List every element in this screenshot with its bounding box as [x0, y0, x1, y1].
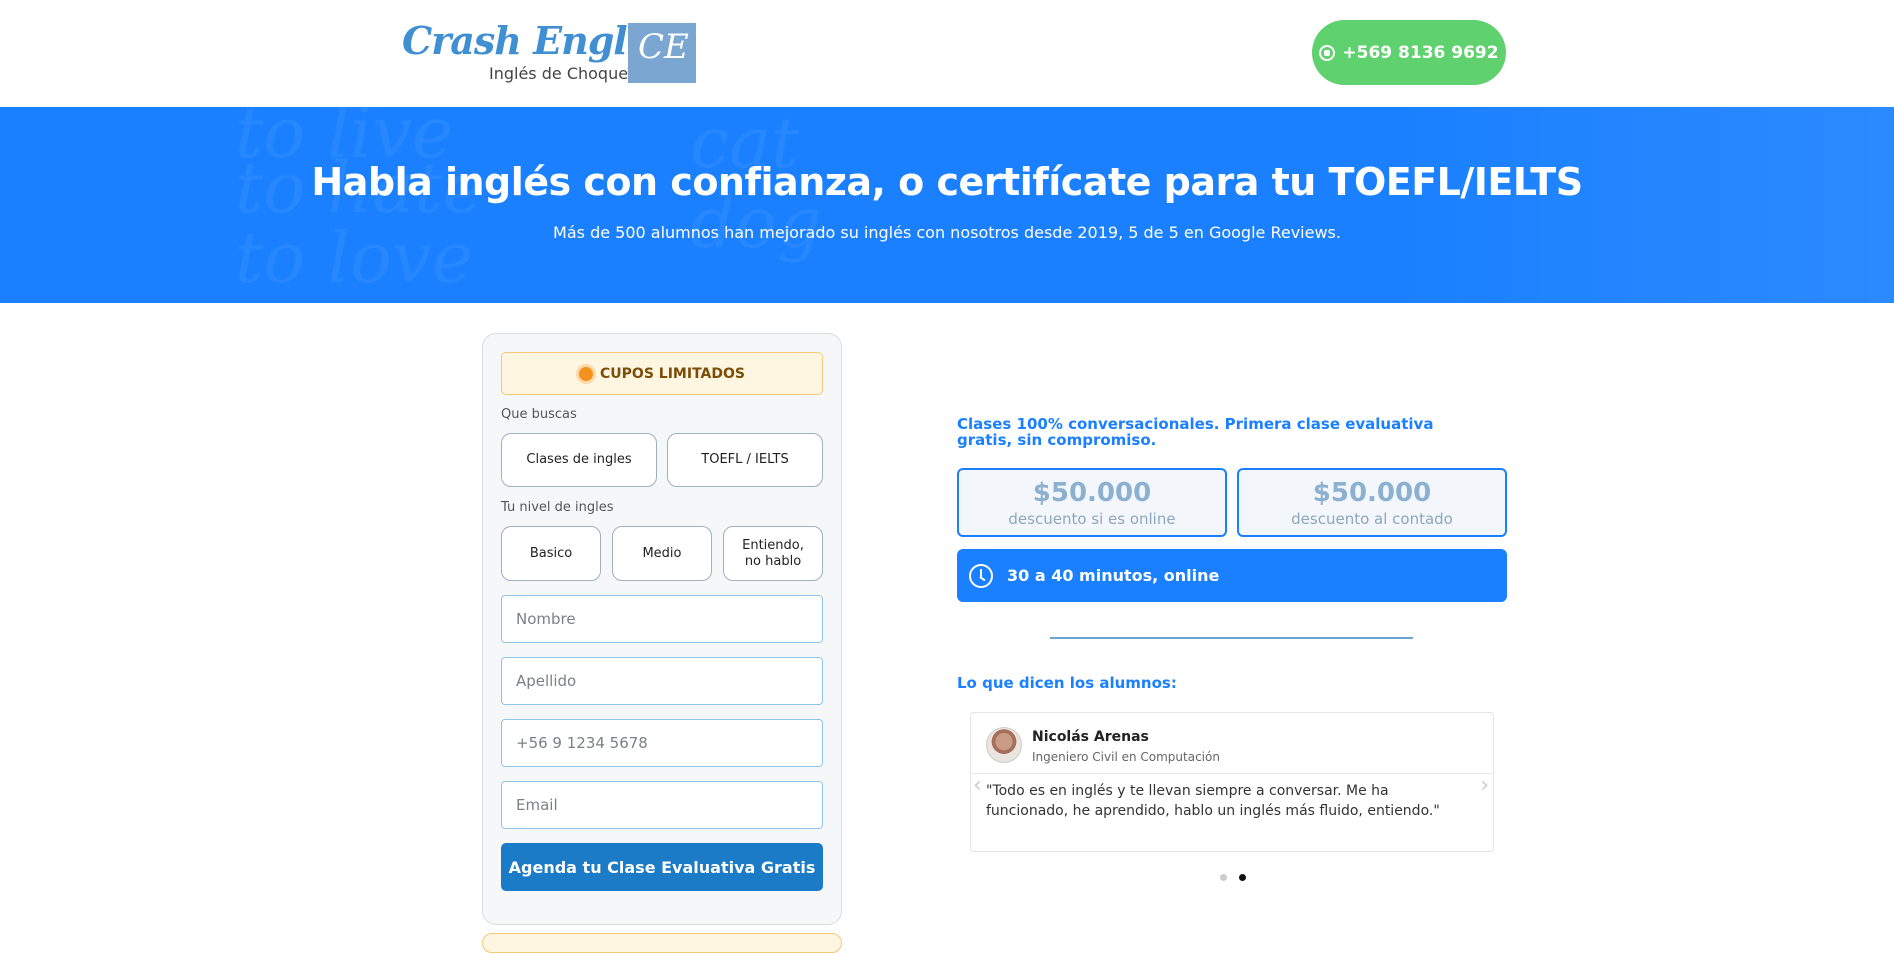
price-amount: $50.000: [1032, 478, 1152, 508]
avatar: [986, 727, 1022, 763]
hero-subtitle: Más de 500 alumnos han mejorado su inglé…: [553, 223, 1341, 242]
submit-button[interactable]: Agenda tu Clase Evaluativa Gratis: [501, 843, 823, 891]
carousel-dot-2[interactable]: [1239, 874, 1246, 881]
clock-icon: [969, 563, 993, 588]
carousel-dots: [1220, 874, 1246, 881]
chevron-right-icon[interactable]: ›: [1480, 773, 1489, 798]
last-name-field[interactable]: [501, 657, 823, 705]
reviewer-name: Nicolás Arenas: [1032, 729, 1149, 745]
email-field[interactable]: [501, 781, 823, 829]
hero-photo-overlay: [1380, 107, 1894, 303]
price-note: descuento al contado: [1291, 510, 1453, 528]
level-label: Tu nivel de ingles: [501, 500, 614, 515]
testimonial-card: Nicolás Arenas Ingeniero Civil en Comput…: [970, 712, 1494, 852]
option-toefl-ielts[interactable]: TOEFL / IELTS: [667, 433, 823, 487]
option-level-medio[interactable]: Medio: [612, 526, 712, 581]
hero-title: Habla inglés con confianza, o certifícat…: [311, 160, 1583, 204]
reviews-heading: Lo que dicen los alumnos:: [957, 674, 1177, 692]
chevron-left-icon[interactable]: ‹: [973, 773, 982, 798]
promo-text: Clases 100% conversacionales. Primera cl…: [957, 415, 1434, 449]
whatsapp-phone-button[interactable]: +569 8136 9692: [1312, 20, 1506, 85]
next-card-peek: [482, 933, 842, 953]
review-text: "Todo es en inglés y te llevan siempre a…: [986, 783, 1440, 819]
limited-spots-label: CUPOS LIMITADOS: [600, 365, 745, 382]
phone-field[interactable]: [501, 719, 823, 767]
logo-tagline: Inglés de Choque: [489, 64, 629, 83]
option-level-basico[interactable]: Basico: [501, 526, 601, 581]
option-level-entiendo[interactable]: Entiendo, no hablo: [723, 526, 823, 581]
whatsapp-icon: [1319, 44, 1336, 61]
card-divider: [971, 773, 1493, 774]
signup-form: CUPOS LIMITADOS Que buscas Clases de ing…: [482, 333, 842, 925]
crash-english-logo[interactable]: Crash English Inglés de Choque CE: [386, 14, 700, 88]
first-name-field[interactable]: [501, 595, 823, 643]
option-clases-de-ingles[interactable]: Clases de ingles: [501, 433, 657, 487]
price-card-cash: $50.000 descuento al contado: [1237, 468, 1507, 537]
price-card-online: $50.000 descuento si es online: [957, 468, 1227, 537]
reviewer-role: Ingeniero Civil en Computación: [1032, 750, 1220, 764]
duration-label: 30 a 40 minutos, online: [1007, 566, 1220, 585]
price-amount: $50.000: [1312, 478, 1432, 508]
duration-banner: 30 a 40 minutos, online: [957, 549, 1507, 602]
search-type-label: Que buscas: [501, 407, 577, 422]
logo-monogram: CE: [628, 23, 696, 83]
phone-number: +569 8136 9692: [1342, 42, 1499, 63]
limited-spots-badge: CUPOS LIMITADOS: [501, 352, 823, 395]
section-divider: [1050, 637, 1413, 639]
pulse-dot-icon: [579, 366, 594, 381]
price-note: descuento si es online: [1008, 510, 1176, 528]
hero-banner: to live to hate to love cat dog Habla in…: [0, 107, 1894, 303]
site-header: Crash English Inglés de Choque CE +569 8…: [0, 0, 1894, 107]
carousel-dot-1[interactable]: [1220, 874, 1227, 881]
